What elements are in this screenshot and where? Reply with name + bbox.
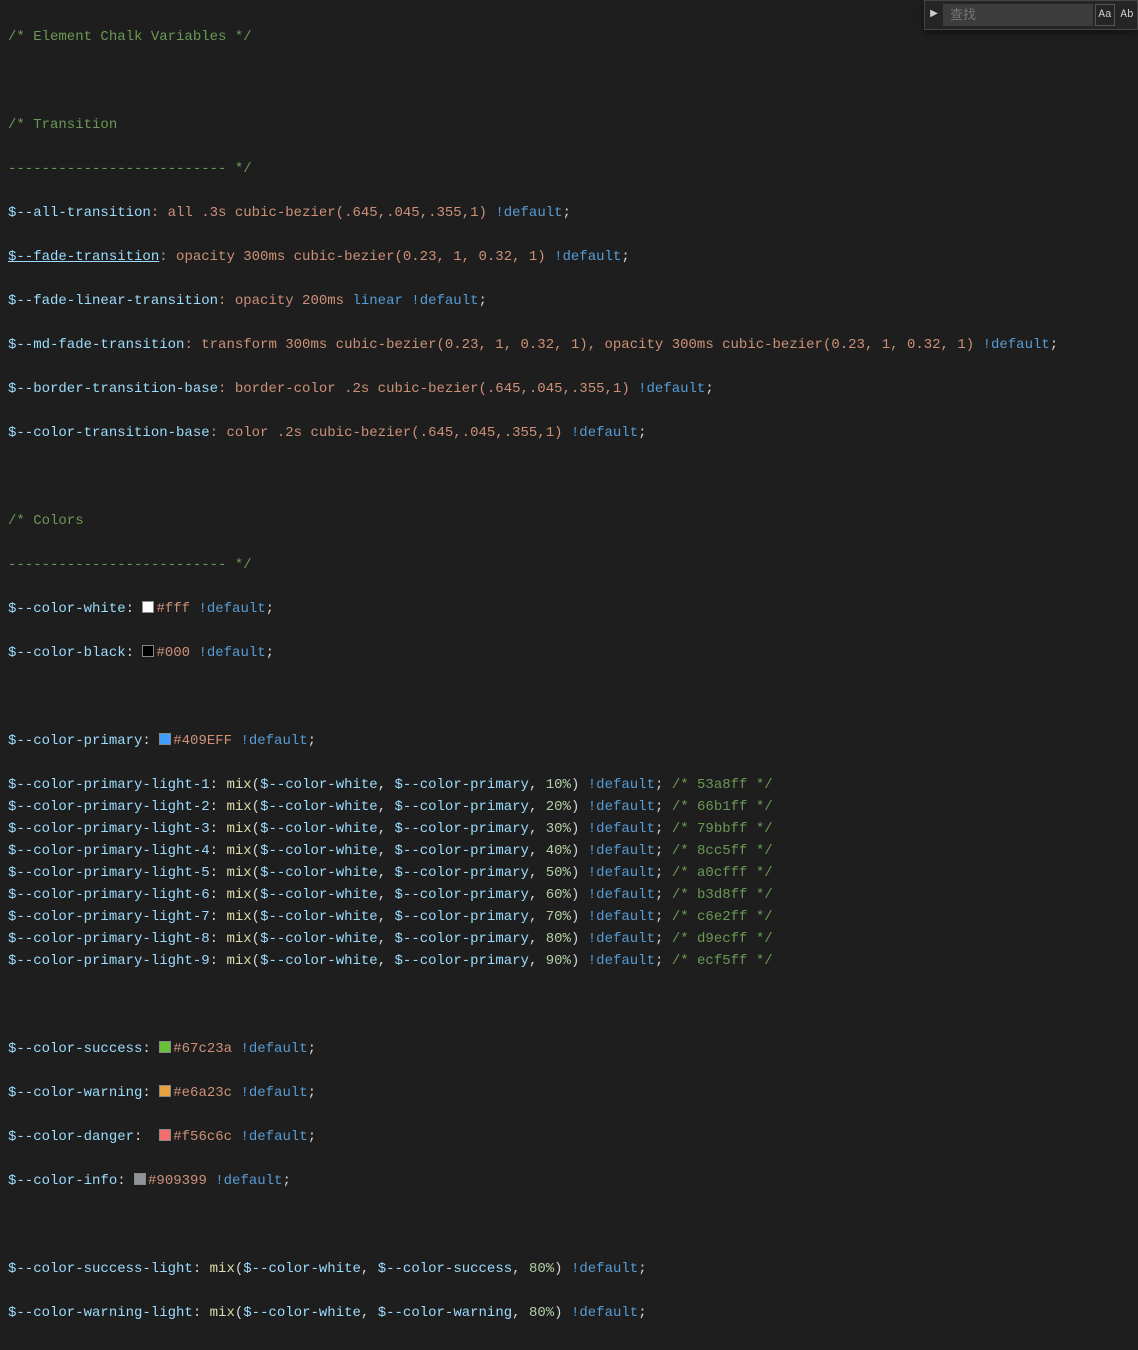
scss-variable: $--fade-transition — [8, 249, 159, 265]
scss-variable: $--color-primary-light-4 — [8, 843, 210, 859]
comment: /* 79bbff */ — [672, 821, 773, 837]
comment: /* Colors — [8, 513, 84, 529]
mix-function: mix — [226, 843, 251, 859]
scss-variable: $--color-primary-light-2 — [8, 799, 210, 815]
comment: /* 8cc5ff */ — [672, 843, 773, 859]
code-line: $--color-primary-light-2: mix($--color-w… — [8, 796, 1130, 818]
code-line: $--color-primary-light-1: mix($--color-w… — [8, 774, 1130, 796]
color-swatch — [159, 1085, 171, 1097]
color-swatch — [134, 1173, 146, 1185]
comment: /* c6e2ff */ — [672, 909, 773, 925]
find-input[interactable] — [943, 4, 1093, 26]
mix-function: mix — [226, 821, 251, 837]
mix-function: mix — [226, 799, 251, 815]
mix-function: mix — [226, 909, 251, 925]
mix-function: mix — [226, 953, 251, 969]
mix-function: mix — [226, 931, 251, 947]
color-swatch — [142, 645, 154, 657]
comment: /* a0cfff */ — [672, 865, 773, 881]
color-swatch — [159, 1129, 171, 1141]
comment: /* d9ecff */ — [672, 931, 773, 947]
scss-variable: $--color-primary-light-5 — [8, 865, 210, 881]
scss-variable: $--all-transition — [8, 205, 151, 221]
color-swatch — [159, 733, 171, 745]
find-match-case[interactable]: Aa — [1095, 4, 1115, 26]
color-swatch — [142, 601, 154, 613]
scss-variable: $--color-primary-light-7 — [8, 909, 210, 925]
find-match-word[interactable]: Ab — [1117, 4, 1137, 26]
code-line: $--color-primary-light-6: mix($--color-w… — [8, 884, 1130, 906]
scss-variable: $--color-primary-light-8 — [8, 931, 210, 947]
code-line: $--color-primary-light-7: mix($--color-w… — [8, 906, 1130, 928]
code-line: $--color-primary-light-5: mix($--color-w… — [8, 862, 1130, 884]
comment: /* Transition — [8, 117, 117, 133]
code-line: $--color-primary-light-9: mix($--color-w… — [8, 950, 1130, 972]
comment: -------------------------- */ — [8, 161, 252, 177]
comment: /* ecf5ff */ — [672, 953, 773, 969]
comment: /* 66b1ff */ — [672, 799, 773, 815]
code-line: $--color-primary-light-8: mix($--color-w… — [8, 928, 1130, 950]
comment: /* Element Chalk Variables */ — [8, 29, 252, 45]
comment: /* b3d8ff */ — [672, 887, 773, 903]
scss-variable: $--color-white — [8, 601, 126, 617]
find-bar: ▶ Aa Ab — [924, 0, 1138, 30]
scss-variable: $--color-primary-light-1 — [8, 777, 210, 793]
code-line: $--color-primary-light-4: mix($--color-w… — [8, 840, 1130, 862]
scss-variable: $--color-primary-light-3 — [8, 821, 210, 837]
color-swatch — [159, 1041, 171, 1053]
scss-variable: $--color-primary-light-9 — [8, 953, 210, 969]
mix-function: mix — [226, 777, 251, 793]
code-line: $--color-primary-light-3: mix($--color-w… — [8, 818, 1130, 840]
scss-variable: $--color-primary-light-6 — [8, 887, 210, 903]
code-editor[interactable]: /* Element Chalk Variables */ /* Transit… — [0, 0, 1138, 1350]
mix-function: mix — [226, 887, 251, 903]
find-expand-toggle[interactable]: ▶ — [925, 1, 943, 29]
mix-function: mix — [226, 865, 251, 881]
comment: /* 53a8ff */ — [672, 777, 773, 793]
